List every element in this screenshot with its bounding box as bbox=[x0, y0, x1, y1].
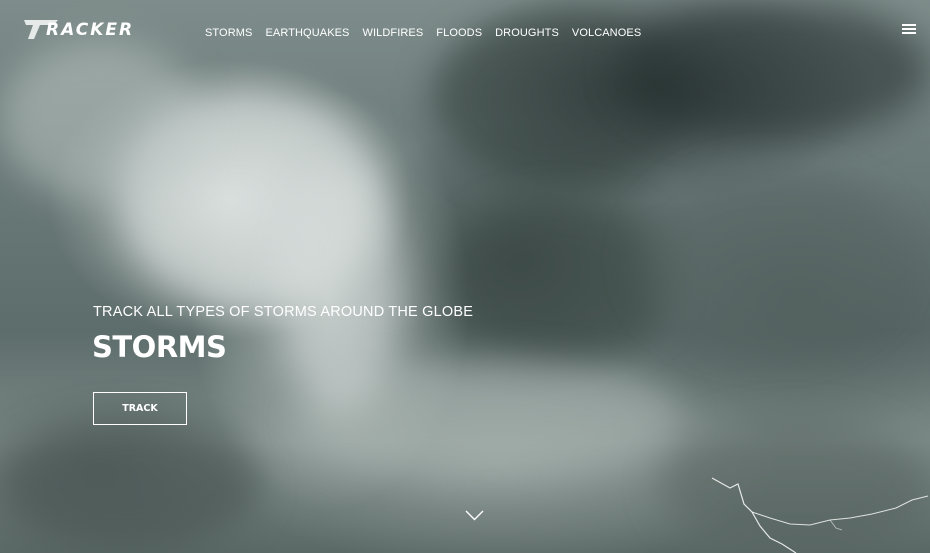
menu-link-floods[interactable]: FLOODS bbox=[436, 27, 482, 39]
top-nav: RACKER STORMS EARTHQUAKES WILDFIRES FLOO… bbox=[0, 0, 930, 60]
hero-title: STORMS bbox=[92, 330, 227, 364]
cloud-shape bbox=[640, 170, 900, 350]
track-button[interactable]: TRACK bbox=[93, 392, 187, 425]
menu-item-wildfires: WILDFIRES bbox=[363, 23, 424, 41]
menu-link-wildfires[interactable]: WILDFIRES bbox=[363, 27, 424, 39]
menu-item-earthquakes: EARTHQUAKES bbox=[265, 23, 349, 41]
hamburger-menu-icon[interactable] bbox=[902, 24, 916, 35]
menu-link-storms[interactable]: STORMS bbox=[205, 27, 252, 39]
hamburger-line bbox=[902, 28, 916, 30]
hamburger-line bbox=[902, 32, 916, 34]
lightning-bolt bbox=[711, 477, 929, 553]
brand-logo[interactable]: RACKER bbox=[24, 17, 134, 43]
menu-item-volcanoes: VOLCANOES bbox=[572, 23, 641, 41]
main-menu: STORMS EARTHQUAKES WILDFIRES FLOODS DROU… bbox=[205, 23, 641, 41]
hamburger-line bbox=[902, 24, 916, 26]
cloud-shape bbox=[280, 170, 400, 410]
chevron-down-icon[interactable] bbox=[465, 510, 484, 521]
logo-text: RACKER bbox=[46, 20, 135, 40]
menu-item-droughts: DROUGHTS bbox=[495, 23, 559, 41]
menu-link-droughts[interactable]: DROUGHTS bbox=[495, 27, 559, 39]
menu-link-volcanoes[interactable]: VOLCANOES bbox=[572, 27, 641, 39]
cloud-shape bbox=[0, 420, 260, 550]
cloud-shape bbox=[450, 200, 670, 360]
cloud-shape bbox=[0, 40, 200, 200]
menu-link-earthquakes[interactable]: EARTHQUAKES bbox=[265, 27, 349, 39]
menu-item-floods: FLOODS bbox=[436, 23, 482, 41]
hero-tagline: TRACK ALL TYPES OF STORMS AROUND THE GLO… bbox=[93, 304, 474, 320]
menu-item-storms: STORMS bbox=[205, 23, 252, 41]
hero-section: RACKER STORMS EARTHQUAKES WILDFIRES FLOO… bbox=[0, 0, 930, 553]
